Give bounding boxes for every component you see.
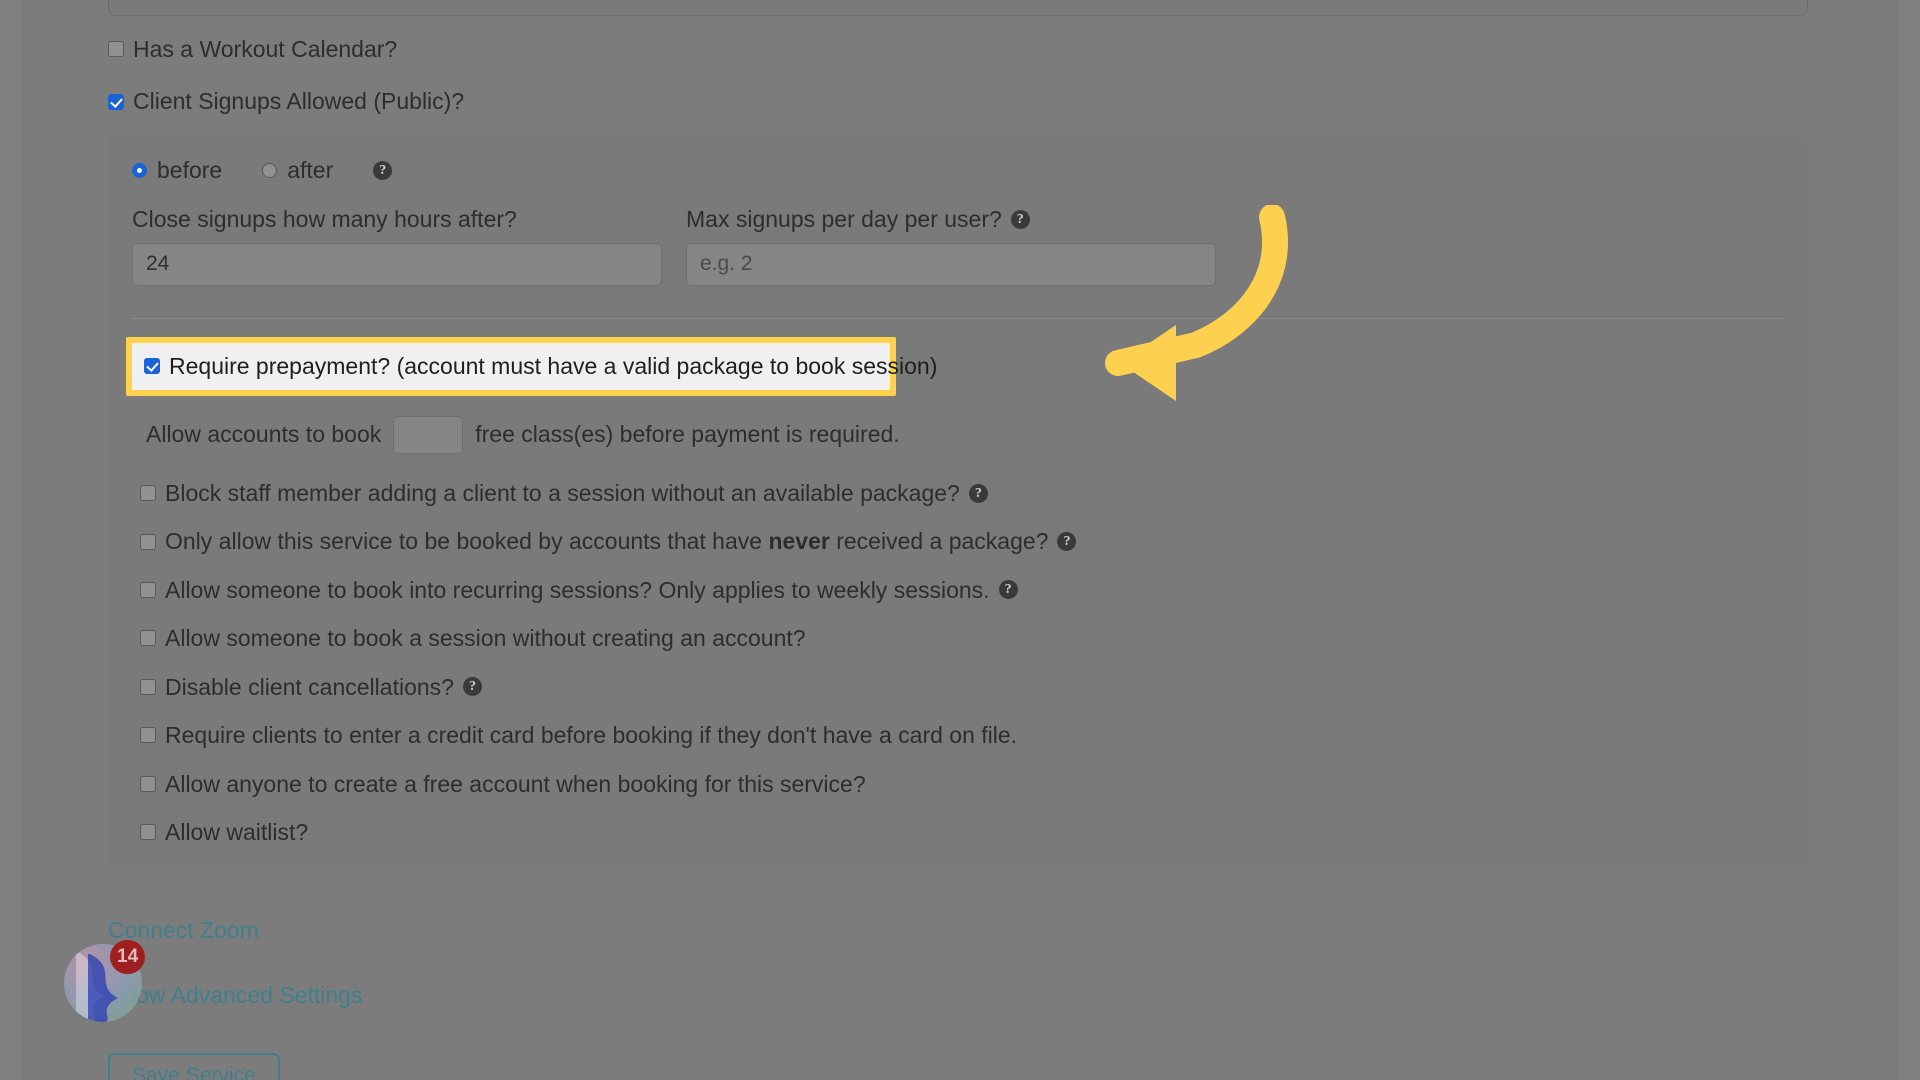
save-service-button[interactable]: Save Service	[108, 1053, 280, 1080]
help-icon-before-after[interactable]: ?	[373, 160, 393, 180]
field-label-max-signups: Max signups per day per user? ?	[686, 206, 1216, 233]
checkbox-row-require-credit-card[interactable]: Require clients to enter a credit card b…	[140, 722, 1808, 748]
checkbox-row-disable-cancellations[interactable]: Disable client cancellations? ?	[140, 674, 1808, 700]
checkbox-require-prepayment[interactable]	[144, 358, 160, 375]
signup-fields-grid: Close signups how many hours after? 24 M…	[132, 206, 1784, 286]
checkbox-label-never-received-package: Only allow this service to be booked by …	[165, 528, 1048, 554]
checkbox-row-client-signups[interactable]: Client Signups Allowed (Public)?	[108, 88, 1808, 114]
help-icon-never-received-package[interactable]: ?	[1057, 532, 1077, 552]
checkbox-client-signups[interactable]	[108, 93, 124, 110]
checkbox-row-workout-calendar[interactable]: Has a Workout Calendar?	[108, 36, 1808, 62]
label-part-pre: Only allow this service to be booked by …	[165, 528, 769, 555]
checkbox-book-without-account[interactable]	[140, 630, 156, 647]
checkbox-never-received-package[interactable]	[140, 533, 156, 550]
radio-label-after: after	[287, 156, 334, 183]
settings-content: Has a Workout Calendar? Client Signups A…	[108, 36, 1808, 1047]
signup-settings-panel: before after ? Close signups how many ho…	[108, 134, 1808, 872]
right-gutter	[1898, 0, 1920, 1080]
checkbox-row-recurring-sessions[interactable]: Allow someone to book into recurring ses…	[140, 577, 1808, 603]
checkbox-workout-calendar[interactable]	[108, 41, 124, 58]
checkbox-row-book-without-account[interactable]: Allow someone to book a session without …	[140, 625, 1808, 651]
help-icon-disable-cancellations[interactable]: ?	[462, 677, 482, 697]
checkbox-row-require-prepayment[interactable]: Require prepayment? (account must have a…	[132, 342, 937, 390]
chat-widget-badge-count: 14	[117, 946, 139, 967]
checkbox-label-require-credit-card: Require clients to enter a credit card b…	[165, 722, 1018, 749]
help-icon-block-staff-adding[interactable]: ?	[968, 483, 988, 503]
field-close-signups: Close signups how many hours after? 24	[132, 206, 662, 286]
before-after-radio-group[interactable]: before after ?	[132, 157, 1784, 184]
input-close-signups-hours[interactable]: 24	[132, 242, 662, 286]
field-label-text-max-signups: Max signups per day per user?	[686, 205, 1002, 232]
input-value-close-signups: 24	[146, 252, 170, 276]
help-icon-max-signups[interactable]: ?	[1010, 209, 1030, 229]
checkbox-recurring-sessions[interactable]	[140, 581, 156, 598]
checkbox-row-block-staff-adding[interactable]: Block staff member adding a client to a …	[140, 480, 1808, 506]
field-label-text-close-signups: Close signups how many hours after?	[132, 205, 517, 232]
field-max-signups: Max signups per day per user? ? e.g. 2	[686, 206, 1216, 286]
checkbox-row-allow-waitlist[interactable]: Allow waitlist?	[140, 819, 1808, 845]
radio-after[interactable]	[262, 162, 278, 178]
left-gutter	[0, 0, 22, 1080]
checkbox-label-create-free-account: Allow anyone to create a free account wh…	[165, 770, 866, 797]
label-part-post: received a package?	[829, 528, 1049, 555]
help-icon-recurring-sessions[interactable]: ?	[998, 580, 1018, 600]
free-classes-suffix-label: free class(es) before payment is require…	[475, 421, 900, 448]
checkbox-row-create-free-account[interactable]: Allow anyone to create a free account wh…	[140, 771, 1808, 797]
free-classes-row: Allow accounts to book free class(es) be…	[146, 415, 1808, 454]
radio-label-before: before	[157, 156, 223, 183]
input-placeholder-max-signups: e.g. 2	[700, 252, 753, 276]
checkbox-label-disable-cancellations: Disable client cancellations?	[165, 673, 454, 700]
chat-widget[interactable]: 14	[64, 940, 146, 1022]
checkbox-label-require-prepayment: Require prepayment? (account must have a…	[169, 352, 938, 379]
checkbox-require-credit-card[interactable]	[140, 727, 156, 744]
save-service-button-label: Save Service	[132, 1064, 256, 1080]
chat-widget-badge: 14	[110, 940, 146, 974]
free-classes-prefix-label: Allow accounts to book	[146, 421, 382, 448]
checkbox-label-recurring-sessions: Allow someone to book into recurring ses…	[165, 576, 990, 603]
checkbox-label-book-without-account: Allow someone to book a session without …	[165, 625, 806, 652]
checkbox-allow-waitlist[interactable]	[140, 824, 156, 841]
checkbox-label-block-staff-adding: Block staff member adding a client to a …	[165, 479, 960, 506]
checkbox-block-staff-adding[interactable]	[140, 485, 156, 502]
field-label-close-signups: Close signups how many hours after?	[132, 206, 662, 233]
panel-divider	[132, 317, 1784, 319]
booking-options-checklist: Block staff member adding a client to a …	[140, 480, 1808, 846]
checkbox-label-client-signups: Client Signups Allowed (Public)?	[133, 88, 465, 115]
checkbox-label-allow-waitlist: Allow waitlist?	[165, 818, 309, 845]
settings-page: Has a Workout Calendar? Client Signups A…	[0, 0, 1920, 1080]
checkbox-row-never-received-package[interactable]: Only allow this service to be booked by …	[140, 528, 1808, 554]
radio-before[interactable]	[132, 162, 147, 178]
link-show-advanced-settings[interactable]: Show Advanced Settings	[108, 982, 362, 1009]
top-partial-field	[108, 0, 1808, 16]
input-free-classes-count[interactable]	[393, 415, 464, 454]
checkbox-label-workout-calendar: Has a Workout Calendar?	[133, 36, 398, 62]
footer-links: Connect Zoom Show Advanced Settings	[108, 917, 1808, 1009]
label-part-bold: never	[768, 528, 830, 555]
prepayment-highlight-box: Require prepayment? (account must have a…	[126, 336, 937, 396]
checkbox-create-free-account[interactable]	[140, 775, 156, 792]
input-max-signups-per-day[interactable]: e.g. 2	[686, 242, 1216, 286]
checkbox-disable-cancellations[interactable]	[140, 678, 156, 695]
